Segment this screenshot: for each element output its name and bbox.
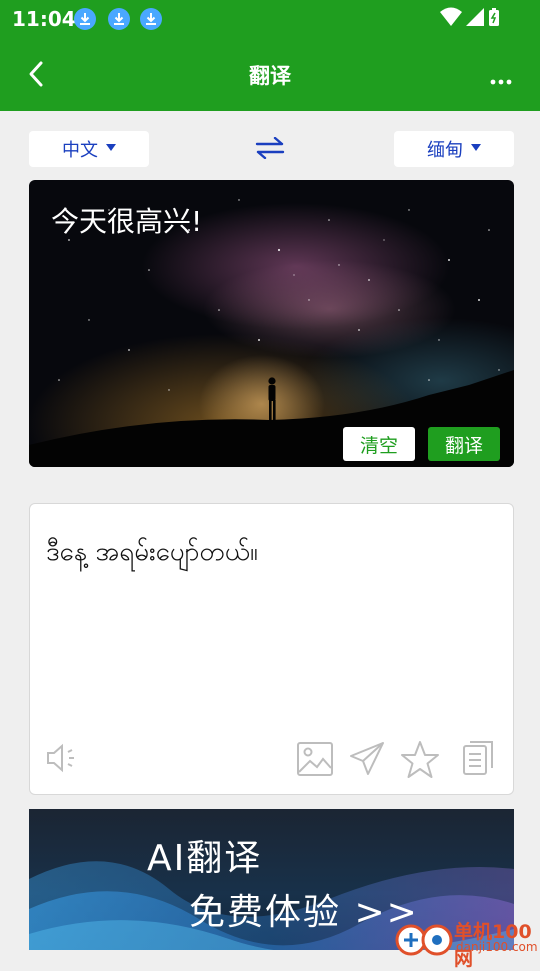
banner-title: AI翻译: [147, 838, 263, 879]
translate-button[interactable]: 翻译: [428, 427, 500, 461]
page-title: 翻译: [249, 64, 291, 88]
download-icon: [108, 8, 130, 30]
silhouette-person: [268, 377, 276, 420]
copy-icon[interactable]: [462, 740, 494, 780]
speaker-icon[interactable]: [44, 740, 80, 780]
output-text: ဒီနေ့ အရမ်းပျော်တယ်။: [46, 537, 258, 567]
target-language-label: 缅甸: [427, 140, 463, 161]
watermark-domain: danji100.com: [456, 940, 538, 954]
dropdown-caret-icon: [106, 143, 116, 151]
target-language-select[interactable]: 缅甸: [394, 131, 514, 167]
status-time: 11:04: [12, 7, 76, 31]
status-icons: [440, 6, 500, 32]
input-text[interactable]: 今天很高兴!: [51, 200, 202, 240]
signal-icon: [466, 8, 484, 26]
clear-button[interactable]: 清空: [343, 427, 415, 461]
image-icon[interactable]: [296, 740, 334, 782]
watermark-logo: [395, 924, 453, 956]
banner-subtitle: 免费体验 >>: [189, 892, 419, 933]
more-icon[interactable]: [490, 70, 512, 89]
send-icon[interactable]: [348, 740, 386, 782]
swap-icon[interactable]: [255, 136, 285, 163]
source-language-label: 中文: [62, 140, 98, 161]
input-card[interactable]: 今天很高兴! 清空 翻译: [29, 180, 514, 467]
dropdown-caret-icon: [471, 143, 481, 151]
battery-icon: [489, 8, 499, 26]
output-card: ဒီနေ့ အရမ်းပျော်တယ်။: [29, 503, 514, 795]
download-icon: [74, 8, 96, 30]
app-bar: 11:04 翻译: [0, 0, 540, 111]
star-icon[interactable]: [400, 740, 440, 784]
source-language-select[interactable]: 中文: [29, 131, 149, 167]
wifi-icon: [440, 7, 462, 26]
download-icon: [140, 8, 162, 30]
